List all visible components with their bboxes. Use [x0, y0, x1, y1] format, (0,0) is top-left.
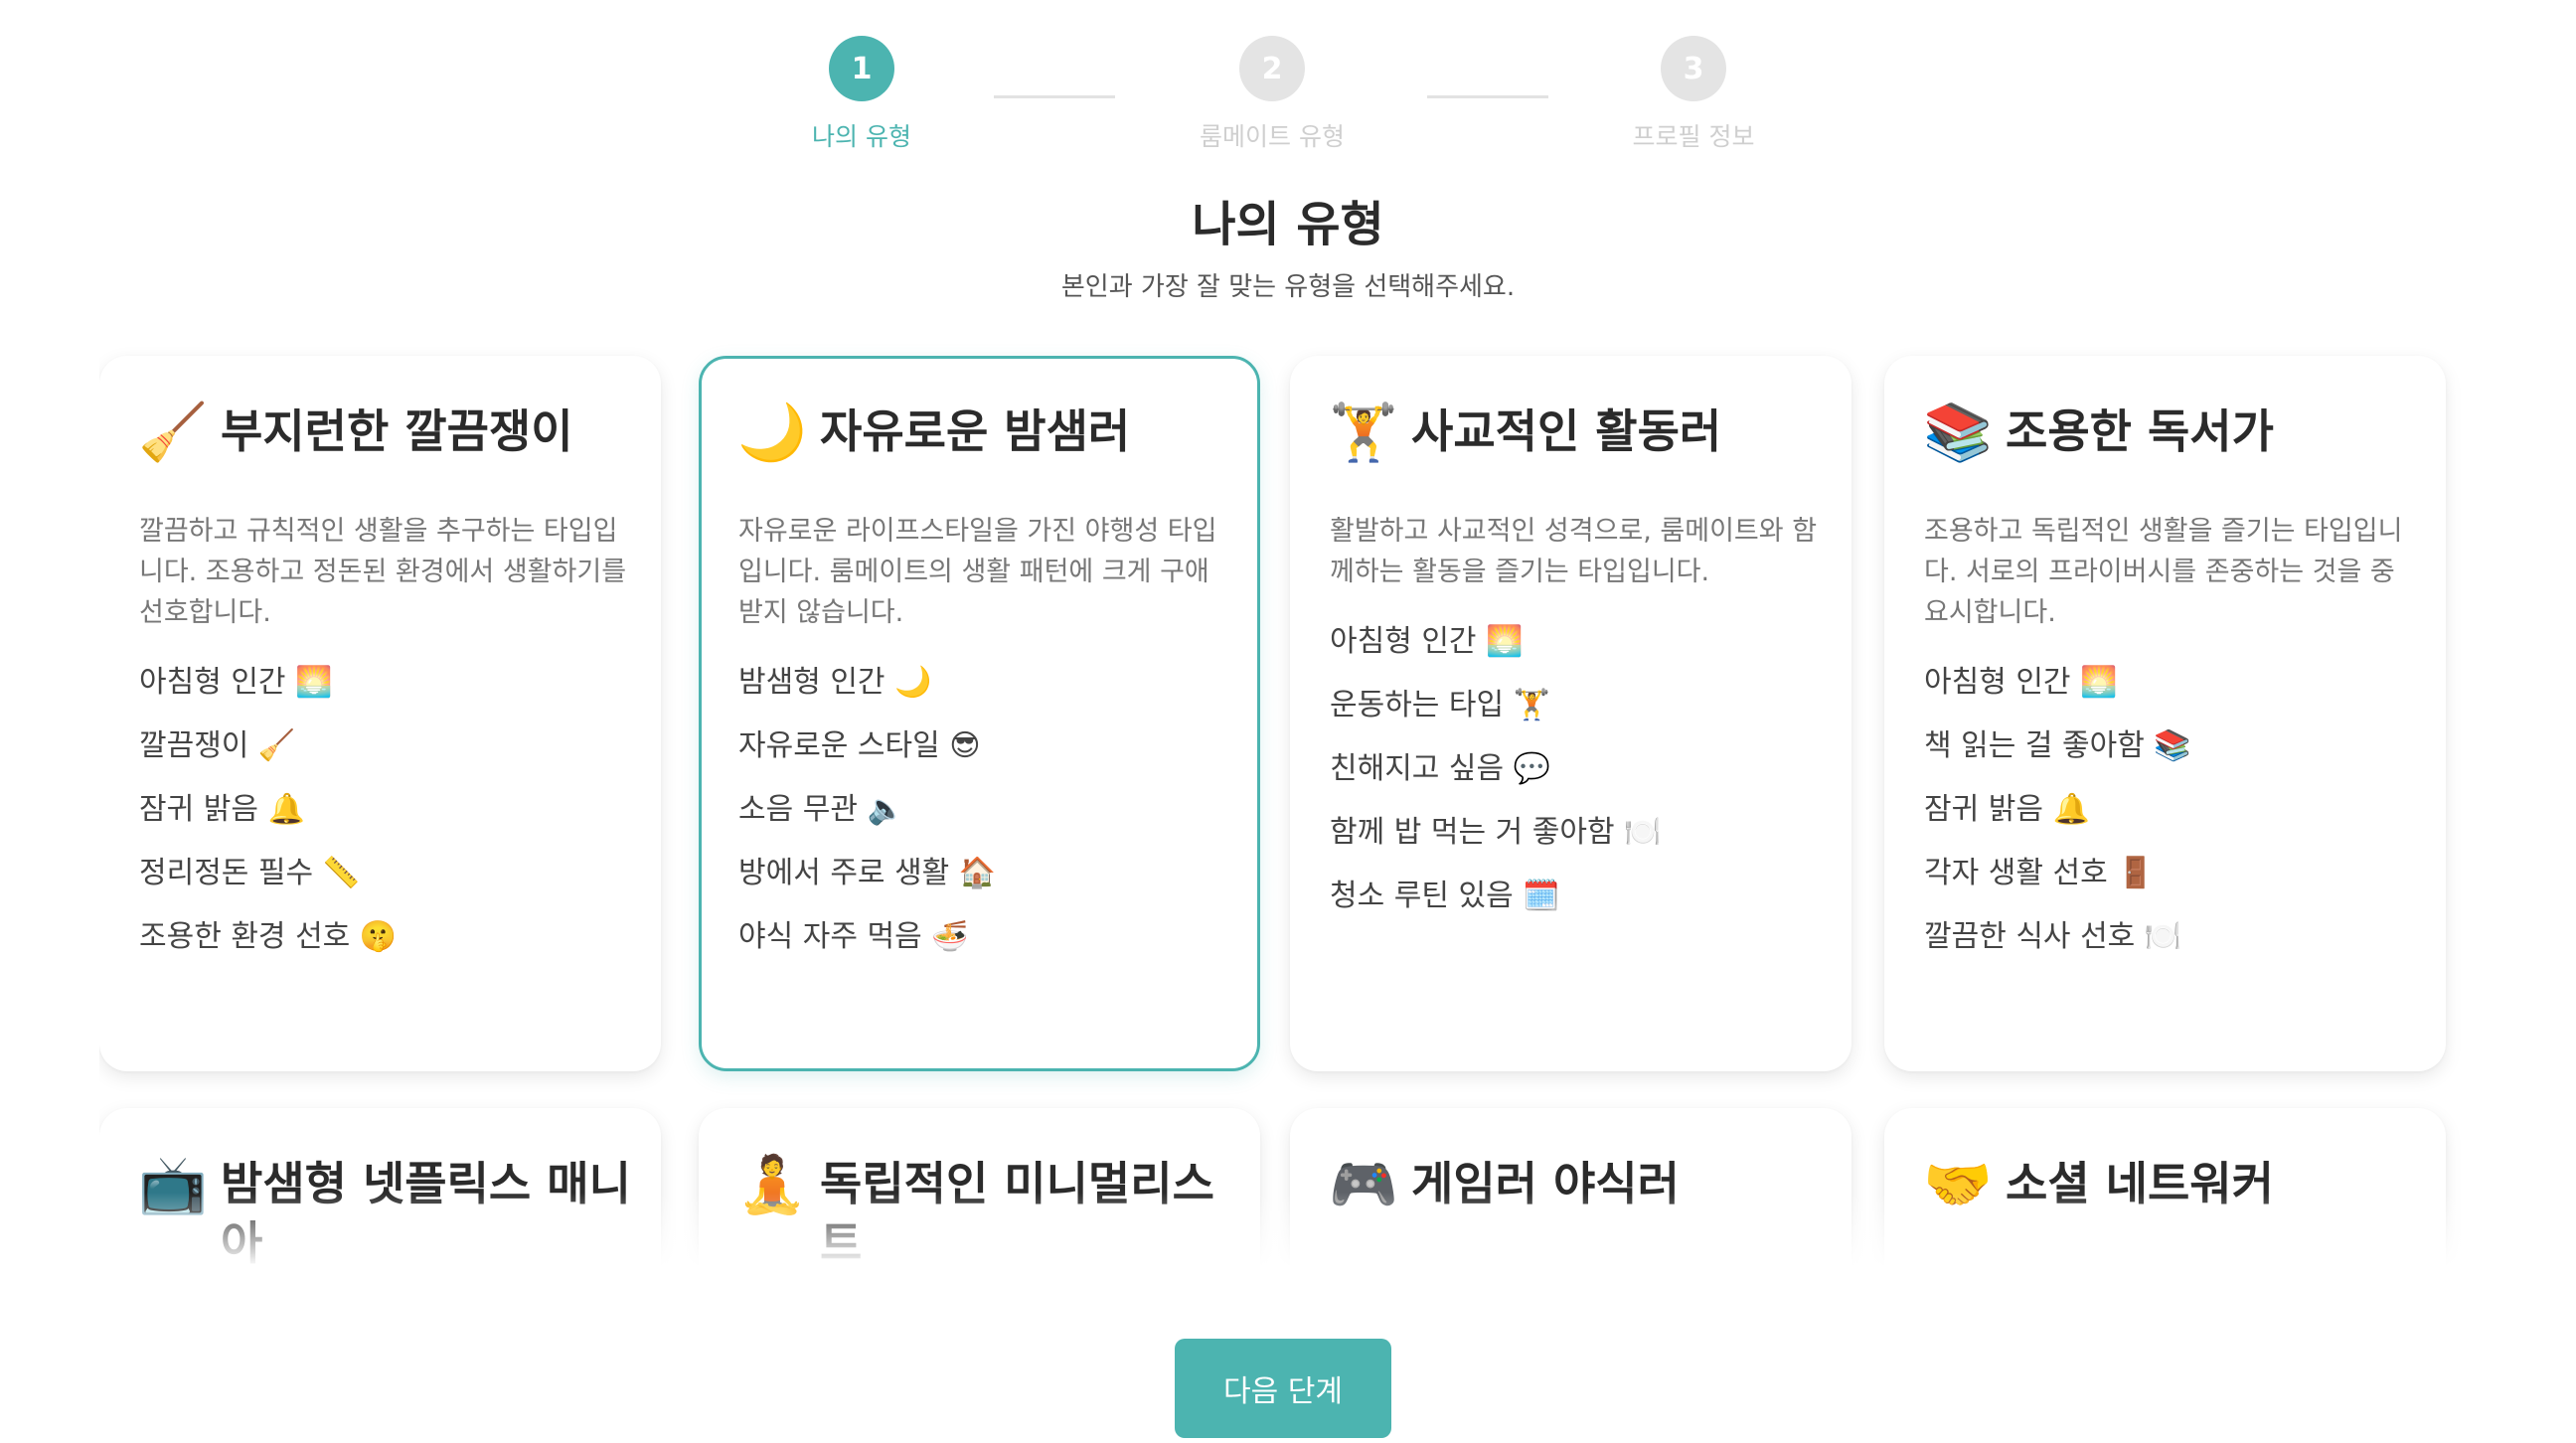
- card-title: 밤샘형 넷플릭스 매니아: [221, 1157, 631, 1270]
- trait-list: 아침형 인간 🌅 책 읽는 걸 좋아함 📚 잠귀 밝음 🔔 각자 생활 선호 🚪…: [1924, 651, 2416, 969]
- scroll-fade-right: [2447, 338, 2477, 1292]
- step-3-label: 프로필 정보: [1632, 122, 1755, 151]
- step-2[interactable]: 2 룸메이트 유형: [1153, 36, 1391, 153]
- trait-item: 밤샘형 인간 🌙: [738, 665, 932, 700]
- step-1-label: 나의 유형: [812, 122, 911, 151]
- step-connector-2: [1427, 95, 1548, 98]
- card-title: 독립적인 미니멀리스트: [820, 1157, 1214, 1270]
- trait-item: 방에서 주로 생활 🏠: [738, 856, 997, 890]
- card-title: 게임러 야식러: [1411, 1157, 1680, 1210]
- trait-item: 함께 밥 먹는 거 좋아함 🍽️: [1330, 815, 1662, 850]
- step-3-circle: 3: [1661, 36, 1726, 101]
- step-2-circle: 2: [1239, 36, 1305, 101]
- trait-item: 각자 생활 선호 🚪: [1924, 856, 2155, 890]
- trait-item: 친해지고 싶음 💬: [1330, 751, 1551, 786]
- trait-item: 운동하는 타입 🏋️: [1330, 688, 1551, 722]
- step-1-circle: 1: [829, 36, 894, 101]
- type-card-night-owl[interactable]: 🌙 자유로운 밤샘러 자유로운 라이프스타일을 가진 야행성 타입입니다. 룸메…: [699, 356, 1260, 1071]
- tv-icon: 📺: [138, 1153, 208, 1217]
- card-title: 부지런한 깔끔쟁이: [221, 404, 573, 458]
- roommate-type-page: 1 나의 유형 2 룸메이트 유형 3 프로필 정보 나의 유형 본인과 가장 …: [0, 0, 2576, 1443]
- trait-item: 깔끔한 식사 선호 🍽️: [1924, 919, 2182, 954]
- step-3[interactable]: 3 프로필 정보: [1574, 36, 1813, 153]
- trait-item: 깔끔쟁이 🧹: [139, 728, 296, 763]
- trait-list: 아침형 인간 🌅 운동하는 타입 🏋️ 친해지고 싶음 💬 함께 밥 먹는 거 …: [1330, 610, 1822, 928]
- trait-item: 자유로운 스타일 😎: [738, 728, 981, 763]
- type-card-networker[interactable]: 🤝 소셜 네트워커: [1884, 1108, 2446, 1292]
- trait-item: 아침형 인간 🌅: [1924, 665, 2118, 700]
- books-icon: 📚: [1923, 401, 1993, 465]
- type-card-social[interactable]: 🏋️ 사교적인 활동러 활발하고 사교적인 성격으로, 룸메이트와 함께하는 활…: [1290, 356, 1852, 1071]
- trait-list: 밤샘형 인간 🌙 자유로운 스타일 😎 소음 무관 🔈 방에서 주로 생활 🏠 …: [738, 651, 1230, 969]
- trait-item: 야식 자주 먹음 🍜: [738, 919, 969, 954]
- type-card-grid[interactable]: 🧹 부지런한 깔끔쟁이 깔끔하고 규칙적인 생활을 추구하는 타입입니다. 조용…: [99, 338, 2477, 1292]
- meditation-icon: 🧘: [737, 1153, 807, 1217]
- weightlifter-icon: 🏋️: [1329, 401, 1398, 465]
- trait-item: 정리정돈 필수 📏: [139, 856, 361, 890]
- card-title: 자유로운 밤샘러: [820, 404, 1131, 458]
- card-description: 조용하고 독립적인 생활을 즐기는 타입입니다. 서로의 프라이버시를 존중하는…: [1924, 516, 2403, 628]
- card-title: 조용한 독서가: [2006, 404, 2274, 458]
- trait-list: 아침형 인간 🌅 깔끔쟁이 🧹 잠귀 밝음 🔔 정리정돈 필수 📏 조용한 환경…: [139, 651, 631, 969]
- card-description: 깔끔하고 규칙적인 생활을 추구하는 타입입니다. 조용하고 정돈된 환경에서 …: [139, 516, 627, 628]
- card-title: 소셜 네트워커: [2006, 1157, 2274, 1210]
- trait-item: 아침형 인간 🌅: [139, 665, 333, 700]
- trait-item: 조용한 환경 선호 🤫: [139, 919, 398, 954]
- type-card-gamer[interactable]: 🎮 게임러 야식러: [1290, 1108, 1852, 1292]
- trait-item: 소음 무관 🔈: [738, 792, 904, 827]
- type-card-netflix[interactable]: 📺 밤샘형 넷플릭스 매니아: [99, 1108, 661, 1292]
- card-title: 사교적인 활동러: [1411, 404, 1722, 458]
- moon-icon: 🌙: [737, 401, 807, 465]
- page-subtitle: 본인과 가장 잘 맞는 유형을 선택해주세요.: [1060, 272, 1516, 302]
- type-card-minimalist[interactable]: 🧘 독립적인 미니멀리스트: [699, 1108, 1260, 1292]
- trait-item: 청소 루틴 있음 🗓️: [1330, 879, 1560, 913]
- card-description: 활발하고 사교적인 성격으로, 룸메이트와 함께하는 활동을 즐기는 타입입니다…: [1330, 516, 1818, 587]
- next-step-button[interactable]: 다음 단계: [1175, 1339, 1391, 1438]
- trait-item: 책 읽는 걸 좋아함 📚: [1924, 728, 2191, 763]
- handshake-icon: 🤝: [1923, 1153, 1993, 1217]
- type-card-neat[interactable]: 🧹 부지런한 깔끔쟁이 깔끔하고 규칙적인 생활을 추구하는 타입입니다. 조용…: [99, 356, 661, 1071]
- step-1[interactable]: 1 나의 유형: [742, 36, 981, 153]
- card-description: 자유로운 라이프스타일을 가진 야행성 타입입니다. 룸메이트의 생활 패턴에 …: [738, 516, 1217, 628]
- trait-item: 아침형 인간 🌅: [1330, 624, 1524, 659]
- step-2-label: 룸메이트 유형: [1200, 122, 1345, 151]
- type-card-reader[interactable]: 📚 조용한 독서가 조용하고 독립적인 생활을 즐기는 타입입니다. 서로의 프…: [1884, 356, 2446, 1071]
- page-title: 나의 유형: [1192, 197, 1384, 252]
- broom-icon: 🧹: [138, 401, 208, 465]
- trait-item: 잠귀 밝음 🔔: [1924, 792, 2090, 827]
- gamepad-icon: 🎮: [1329, 1153, 1398, 1217]
- trait-item: 잠귀 밝음 🔔: [139, 792, 305, 827]
- step-connector-1: [994, 95, 1115, 98]
